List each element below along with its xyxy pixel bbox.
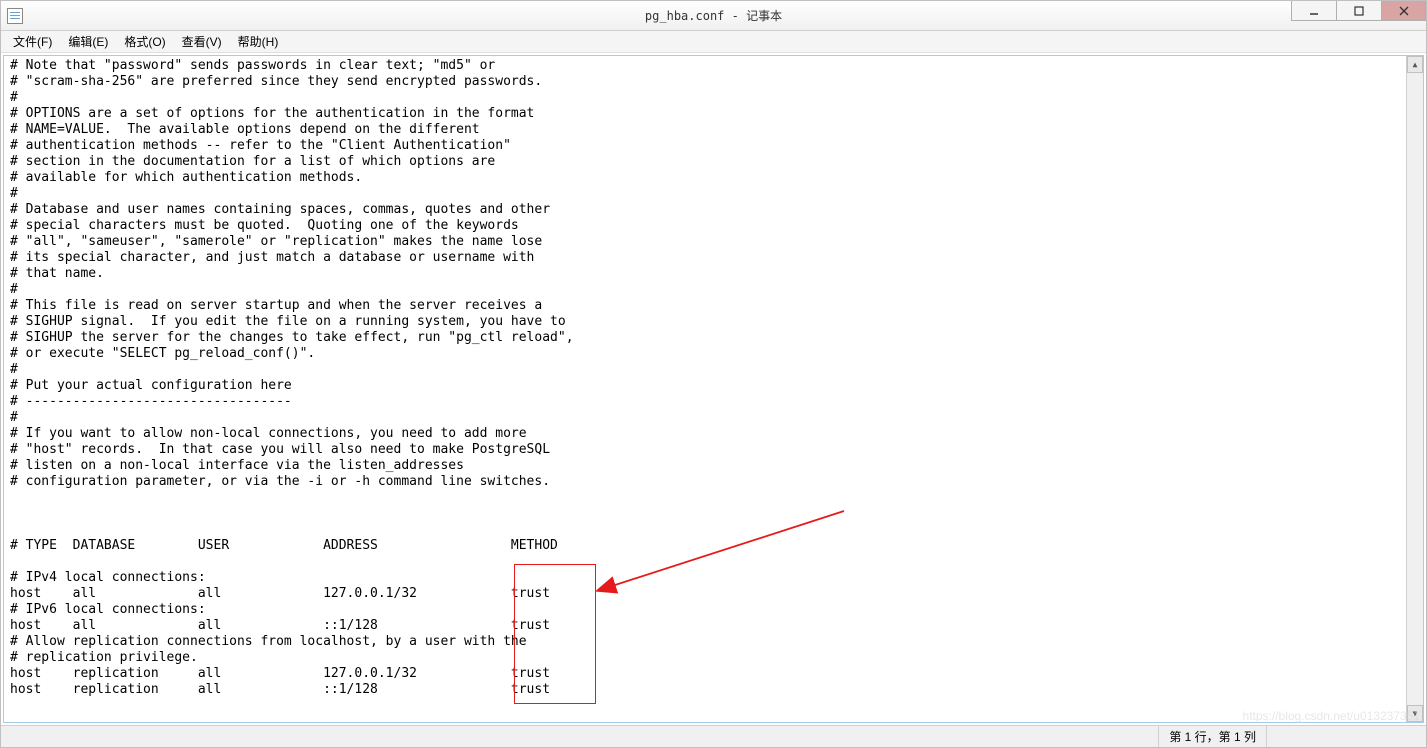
notepad-icon xyxy=(7,8,23,24)
minimize-button[interactable] xyxy=(1291,1,1336,21)
menu-view[interactable]: 查看(V) xyxy=(174,31,230,52)
minimize-icon xyxy=(1309,6,1319,16)
menubar: 文件(F) 编辑(E) 格式(O) 查看(V) 帮助(H) xyxy=(1,31,1426,53)
statusbar: 第 1 行，第 1 列 xyxy=(1,725,1426,747)
maximize-button[interactable] xyxy=(1336,1,1381,21)
vertical-scrollbar[interactable]: ▲ ▼ xyxy=(1406,56,1423,722)
menu-help[interactable]: 帮助(H) xyxy=(230,31,287,52)
window-title: pg_hba.conf - 记事本 xyxy=(645,7,782,24)
scroll-down-arrow-icon[interactable]: ▼ xyxy=(1407,705,1423,722)
close-icon xyxy=(1399,6,1409,16)
window-controls xyxy=(1291,1,1426,30)
notepad-window: pg_hba.conf - 记事本 文件(F) 编辑(E) 格式(O) 查看(V… xyxy=(0,0,1427,748)
maximize-icon xyxy=(1354,6,1364,16)
scroll-up-arrow-icon[interactable]: ▲ xyxy=(1407,56,1423,73)
cursor-position: 第 1 行，第 1 列 xyxy=(1158,726,1266,747)
menu-edit[interactable]: 编辑(E) xyxy=(60,31,116,52)
close-button[interactable] xyxy=(1381,1,1426,21)
menu-format[interactable]: 格式(O) xyxy=(116,31,173,52)
status-blank xyxy=(1266,726,1426,747)
text-editor[interactable]: # Note that "password" sends passwords i… xyxy=(4,56,1423,722)
menu-file[interactable]: 文件(F) xyxy=(5,31,60,52)
editor-container: # Note that "password" sends passwords i… xyxy=(3,55,1424,723)
titlebar[interactable]: pg_hba.conf - 记事本 xyxy=(1,1,1426,31)
